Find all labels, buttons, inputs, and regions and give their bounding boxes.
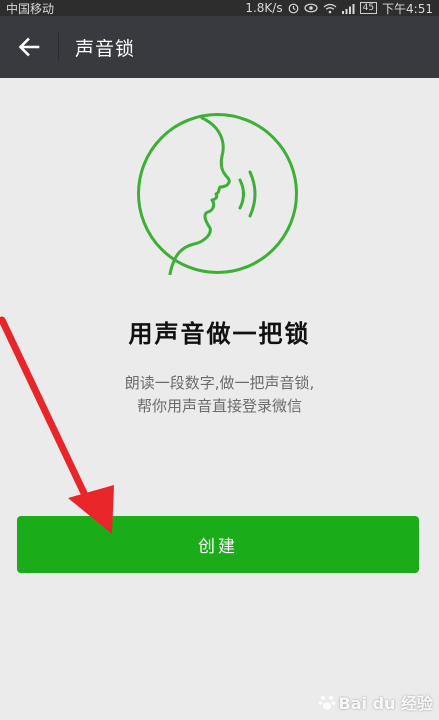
app-bar: 声音锁 (0, 16, 439, 78)
heading: 用声音做一把锁 (128, 320, 311, 348)
voice-face-icon (137, 113, 298, 275)
red-arrow-annotation (0, 316, 114, 534)
carrier-label: 中国移动 (6, 1, 55, 16)
alarm-icon (288, 3, 298, 13)
create-button[interactable]: 创建 (17, 516, 419, 573)
signal-icon (341, 3, 355, 14)
description-line-1: 朗读一段数字,做一把声音锁, (124, 374, 315, 392)
watermark: Bai du 经验 (318, 690, 433, 714)
eye-icon (303, 3, 318, 13)
clock: 下午4:51 (382, 1, 433, 16)
wifi-icon (323, 3, 337, 13)
battery-icon: 45 (359, 2, 378, 14)
app-bar-divider (58, 33, 59, 61)
paw-icon (318, 696, 335, 710)
status-bar: 中国移动 1.8K/s 45 下午4:51 (0, 0, 439, 16)
arrow-left-icon (18, 37, 40, 57)
back-button[interactable] (0, 16, 58, 78)
page-title: 声音锁 (75, 37, 136, 60)
description: 朗读一段数字,做一把声音锁, 帮你用声音直接登录微信 (0, 372, 439, 418)
battery-level: 45 (362, 3, 375, 13)
description-line-2: 帮你用声音直接登录微信 (136, 397, 302, 415)
network-speed: 1.8K/s (245, 1, 283, 15)
watermark-text: Bai du 经验 (338, 694, 433, 713)
